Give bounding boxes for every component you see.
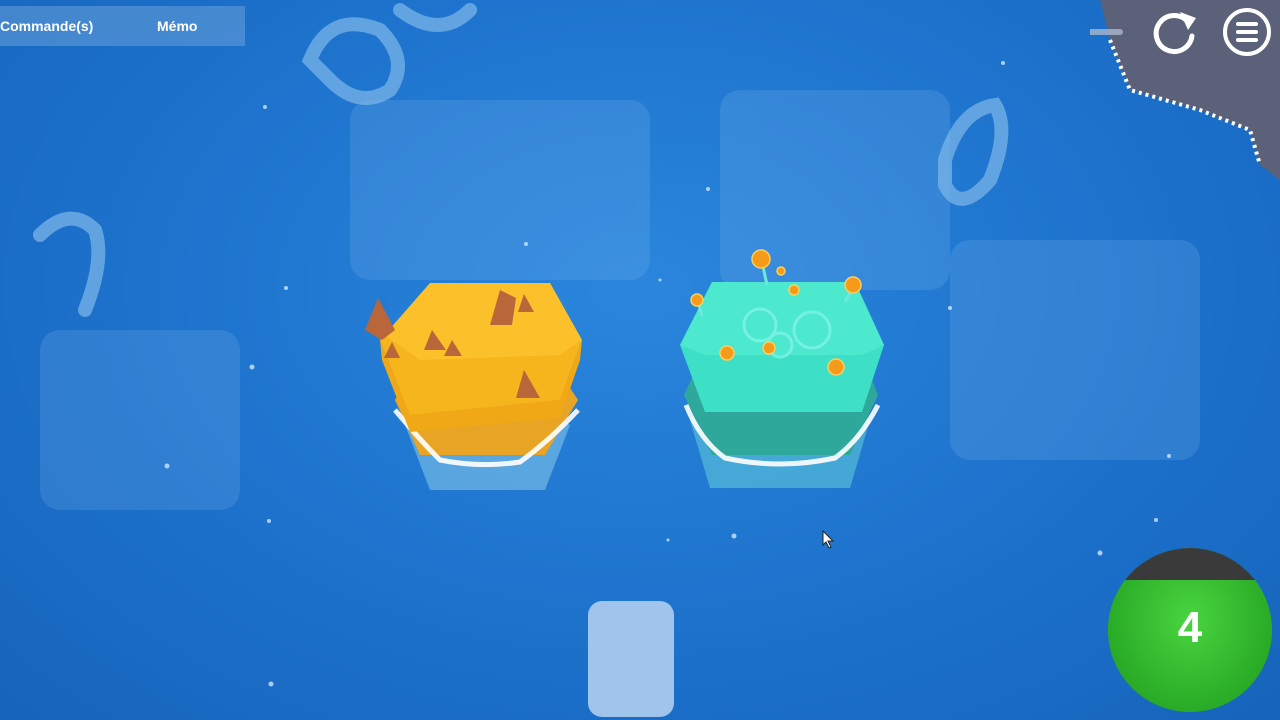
counter-value: 4 — [1177, 603, 1203, 652]
desert-tile[interactable] — [365, 283, 582, 490]
moves-counter: 4 — [1108, 548, 1272, 712]
commands-tab[interactable]: Commande(s) — [0, 18, 93, 34]
mushroom-tile[interactable] — [680, 249, 884, 488]
counter-cap — [1108, 548, 1272, 580]
mouse-cursor-icon — [822, 530, 835, 549]
tile-slot[interactable] — [588, 601, 674, 717]
command-toolbar: Commande(s) Mémo — [0, 6, 245, 46]
refresh-button[interactable] — [1148, 6, 1200, 58]
menu-icon — [1223, 8, 1271, 56]
refresh-icon — [1153, 12, 1196, 54]
game-scene: Commande(s) Mémo 4 — [0, 0, 1280, 720]
memo-tab[interactable]: Mémo — [157, 18, 197, 34]
menu-button[interactable] — [1221, 6, 1273, 58]
